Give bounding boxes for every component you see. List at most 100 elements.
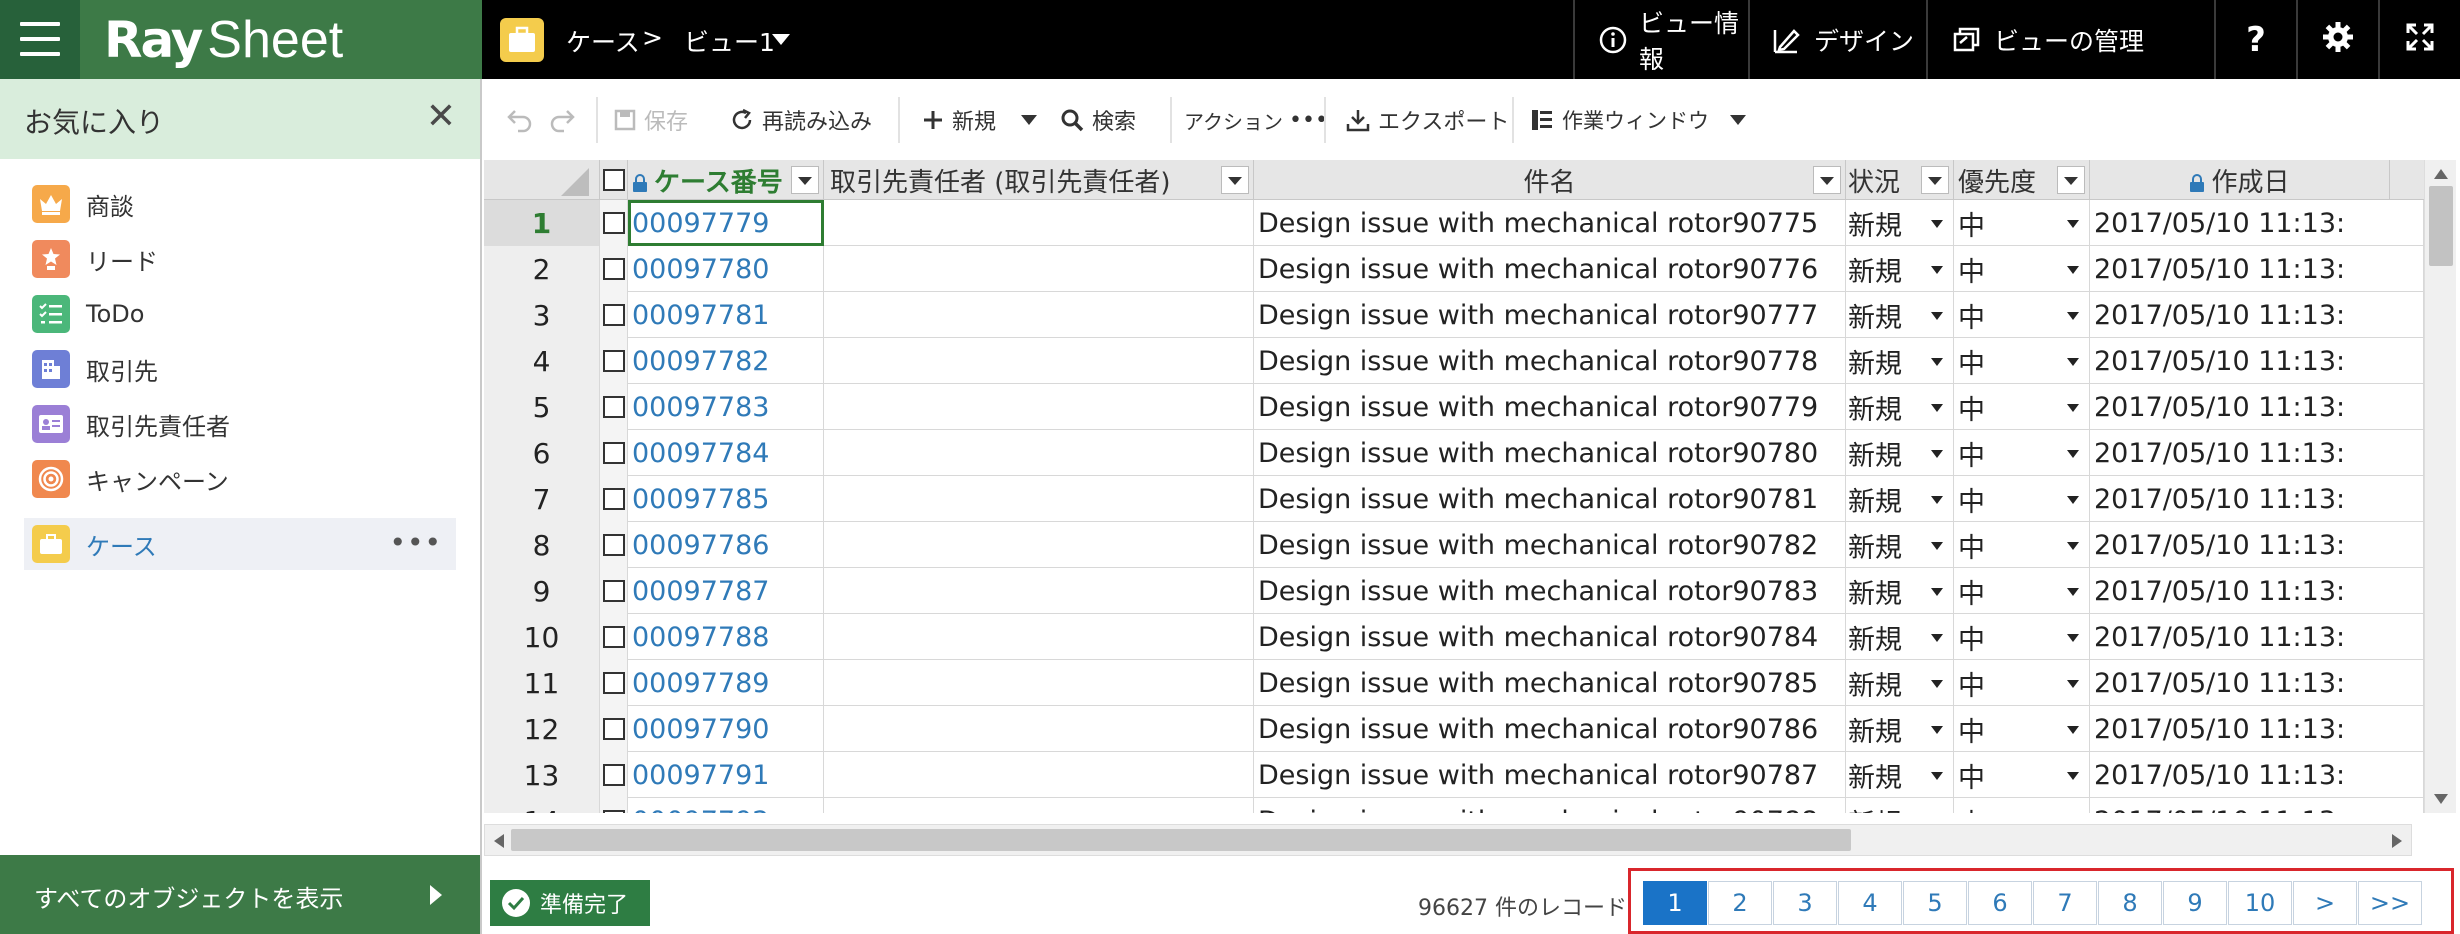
contact-cell[interactable] [824,338,1254,384]
help-button[interactable]: ? [2214,0,2296,79]
created-date-cell[interactable]: 2017/05/10 11:13: [2090,292,2424,338]
view-manage-button[interactable]: ビューの管理 [1926,0,2172,79]
case-number-link[interactable]: 00097790 [632,714,769,745]
priority-dropdown-chevron-down-icon[interactable] [2067,358,2079,366]
close-icon[interactable]: ✕ [426,97,456,137]
subject-cell[interactable]: Design issue with mechanical rotor90776 [1254,246,1846,292]
page-button[interactable]: 3 [1773,881,1837,925]
case-number-cell[interactable]: 00097781 [628,292,824,338]
column-dropdown-chevron-down-icon[interactable] [1221,166,1249,194]
table-row[interactable]: 10 00097788 Design issue with mechanical r… [484,614,2424,660]
priority-cell[interactable]: 中 [1954,706,2090,752]
select-all-corner[interactable] [484,160,600,200]
page-button[interactable]: 7 [2033,881,2097,925]
subject-cell[interactable]: Design issue with mechanical rotor90784 [1254,614,1846,660]
table-row[interactable]: 11 00097789 Design issue with mechanical r… [484,660,2424,706]
column-dropdown-chevron-down-icon[interactable] [2057,166,2085,194]
status-cell[interactable]: 新規 [1846,338,1954,384]
table-row[interactable]: 1 00097779 Design issue with mechanical ro… [484,200,2424,246]
case-number-link[interactable]: 00097779 [632,208,769,239]
action-button[interactable]: アクション ••• [1184,101,1328,139]
status-cell[interactable]: 新規 [1846,246,1954,292]
table-row[interactable]: 6 00097784 Design issue with mechanical ro… [484,430,2424,476]
case-number-link[interactable]: 00097787 [632,576,769,607]
status-cell[interactable]: 新規 [1846,292,1954,338]
case-number-cell[interactable]: 00097789 [628,660,824,706]
created-date-cell[interactable]: 2017/05/10 11:13: [2090,338,2424,384]
status-cell[interactable]: 新規 [1846,614,1954,660]
subject-cell[interactable]: Design issue with mechanical rotor90779 [1254,384,1846,430]
subject-cell[interactable]: Design issue with mechanical rotor90783 [1254,568,1846,614]
status-dropdown-chevron-down-icon[interactable] [1931,358,1943,366]
priority-cell[interactable]: 中 [1954,476,2090,522]
sidebar-item-todo[interactable]: ToDo [24,288,456,340]
case-number-cell[interactable]: 00097785 [628,476,824,522]
row-number[interactable]: 5 [484,384,600,430]
status-dropdown-chevron-down-icon[interactable] [1931,680,1943,688]
page-button[interactable]: 5 [1903,881,1967,925]
sidebar-item-lead[interactable]: リード [24,233,456,285]
status-cell[interactable]: 新規 [1846,476,1954,522]
column-header-contact[interactable]: 取引先責任者 (取引先責任者) [824,160,1254,200]
column-header-status[interactable]: 状況 [1846,160,1954,200]
status-dropdown-chevron-down-icon[interactable] [1931,404,1943,412]
created-date-cell[interactable]: 2017/05/10 11:13: [2090,660,2424,706]
new-button[interactable]: 新規 [922,101,996,139]
vertical-scroll-thumb[interactable] [2429,186,2453,266]
priority-cell[interactable]: 中 [1954,660,2090,706]
priority-cell[interactable]: 中 [1954,292,2090,338]
subject-cell[interactable]: Design issue with mechanical rotor90786 [1254,706,1846,752]
status-dropdown-chevron-down-icon[interactable] [1931,588,1943,596]
contact-cell[interactable] [824,384,1254,430]
case-number-link[interactable]: 00097785 [632,484,769,515]
table-row[interactable]: 2 00097780 Design issue with mechanical ro… [484,246,2424,292]
page-button[interactable]: 1 [1643,881,1707,925]
table-row[interactable]: 9 00097787 Design issue with mechanical ro… [484,568,2424,614]
row-number[interactable]: 3 [484,292,600,338]
show-all-objects-button[interactable]: すべてのオブジェクトを表示 [0,855,480,934]
work-window-button[interactable]: 作業ウィンドウ [1530,101,1747,139]
case-number-cell[interactable]: 00097782 [628,338,824,384]
view-info-button[interactable]: ビュー情報 [1573,0,1748,79]
created-date-cell[interactable]: 2017/05/10 11:13: [2090,522,2424,568]
case-number-link[interactable]: 00097782 [632,346,769,377]
row-checkbox[interactable] [602,764,625,786]
status-dropdown-chevron-down-icon[interactable] [1931,220,1943,228]
status-cell[interactable]: 新規 [1846,568,1954,614]
case-number-cell[interactable]: 00097787 [628,568,824,614]
table-row[interactable]: 7 00097785 Design issue with mechanical ro… [484,476,2424,522]
table-row[interactable]: 8 00097786 Design issue with mechanical ro… [484,522,2424,568]
contact-cell[interactable] [824,706,1254,752]
status-cell[interactable]: 新規 [1846,200,1954,246]
created-date-cell[interactable]: 2017/05/10 11:13: [2090,246,2424,292]
save-button[interactable]: 保存 [614,101,688,139]
priority-cell[interactable]: 中 [1954,752,2090,798]
status-dropdown-chevron-down-icon[interactable] [1931,634,1943,642]
subject-cell[interactable]: Design issue with mechanical rotor90777 [1254,292,1846,338]
status-cell[interactable]: 新規 [1846,522,1954,568]
subject-cell[interactable]: Design issue with mechanical rotor90778 [1254,338,1846,384]
case-number-cell[interactable]: 00097780 [628,246,824,292]
case-number-cell[interactable]: 00097783 [628,384,824,430]
row-checkbox[interactable] [602,810,625,813]
priority-dropdown-chevron-down-icon[interactable] [2067,726,2079,734]
case-number-cell[interactable]: 00097786 [628,522,824,568]
status-dropdown-chevron-down-icon[interactable] [1931,772,1943,780]
created-date-cell[interactable]: 2017/05/10 11:13: [2090,568,2424,614]
fullscreen-button[interactable] [2378,0,2460,79]
priority-dropdown-chevron-down-icon[interactable] [2067,220,2079,228]
case-number-link[interactable]: 00097791 [632,760,769,791]
breadcrumb-view[interactable]: ビュー1 [684,23,775,59]
status-dropdown-chevron-down-icon[interactable] [1931,450,1943,458]
sidebar-item-campaign[interactable]: キャンペーン [24,453,456,505]
column-dropdown-chevron-down-icon[interactable] [791,166,819,194]
created-date-cell[interactable]: 2017/05/10 11:13: [2090,384,2424,430]
page-button[interactable]: >> [2358,881,2422,925]
page-button[interactable]: 8 [2098,881,2162,925]
subject-cell[interactable]: Design issue with mechanical rotor90785 [1254,660,1846,706]
priority-cell[interactable]: 中 [1954,568,2090,614]
row-checkbox[interactable] [602,442,625,464]
row-checkbox[interactable] [602,672,625,694]
table-row[interactable]: 14 00097792 Design issue with mechanical r… [484,798,2424,813]
created-date-cell[interactable]: 2017/05/10 11:13: [2090,200,2424,246]
